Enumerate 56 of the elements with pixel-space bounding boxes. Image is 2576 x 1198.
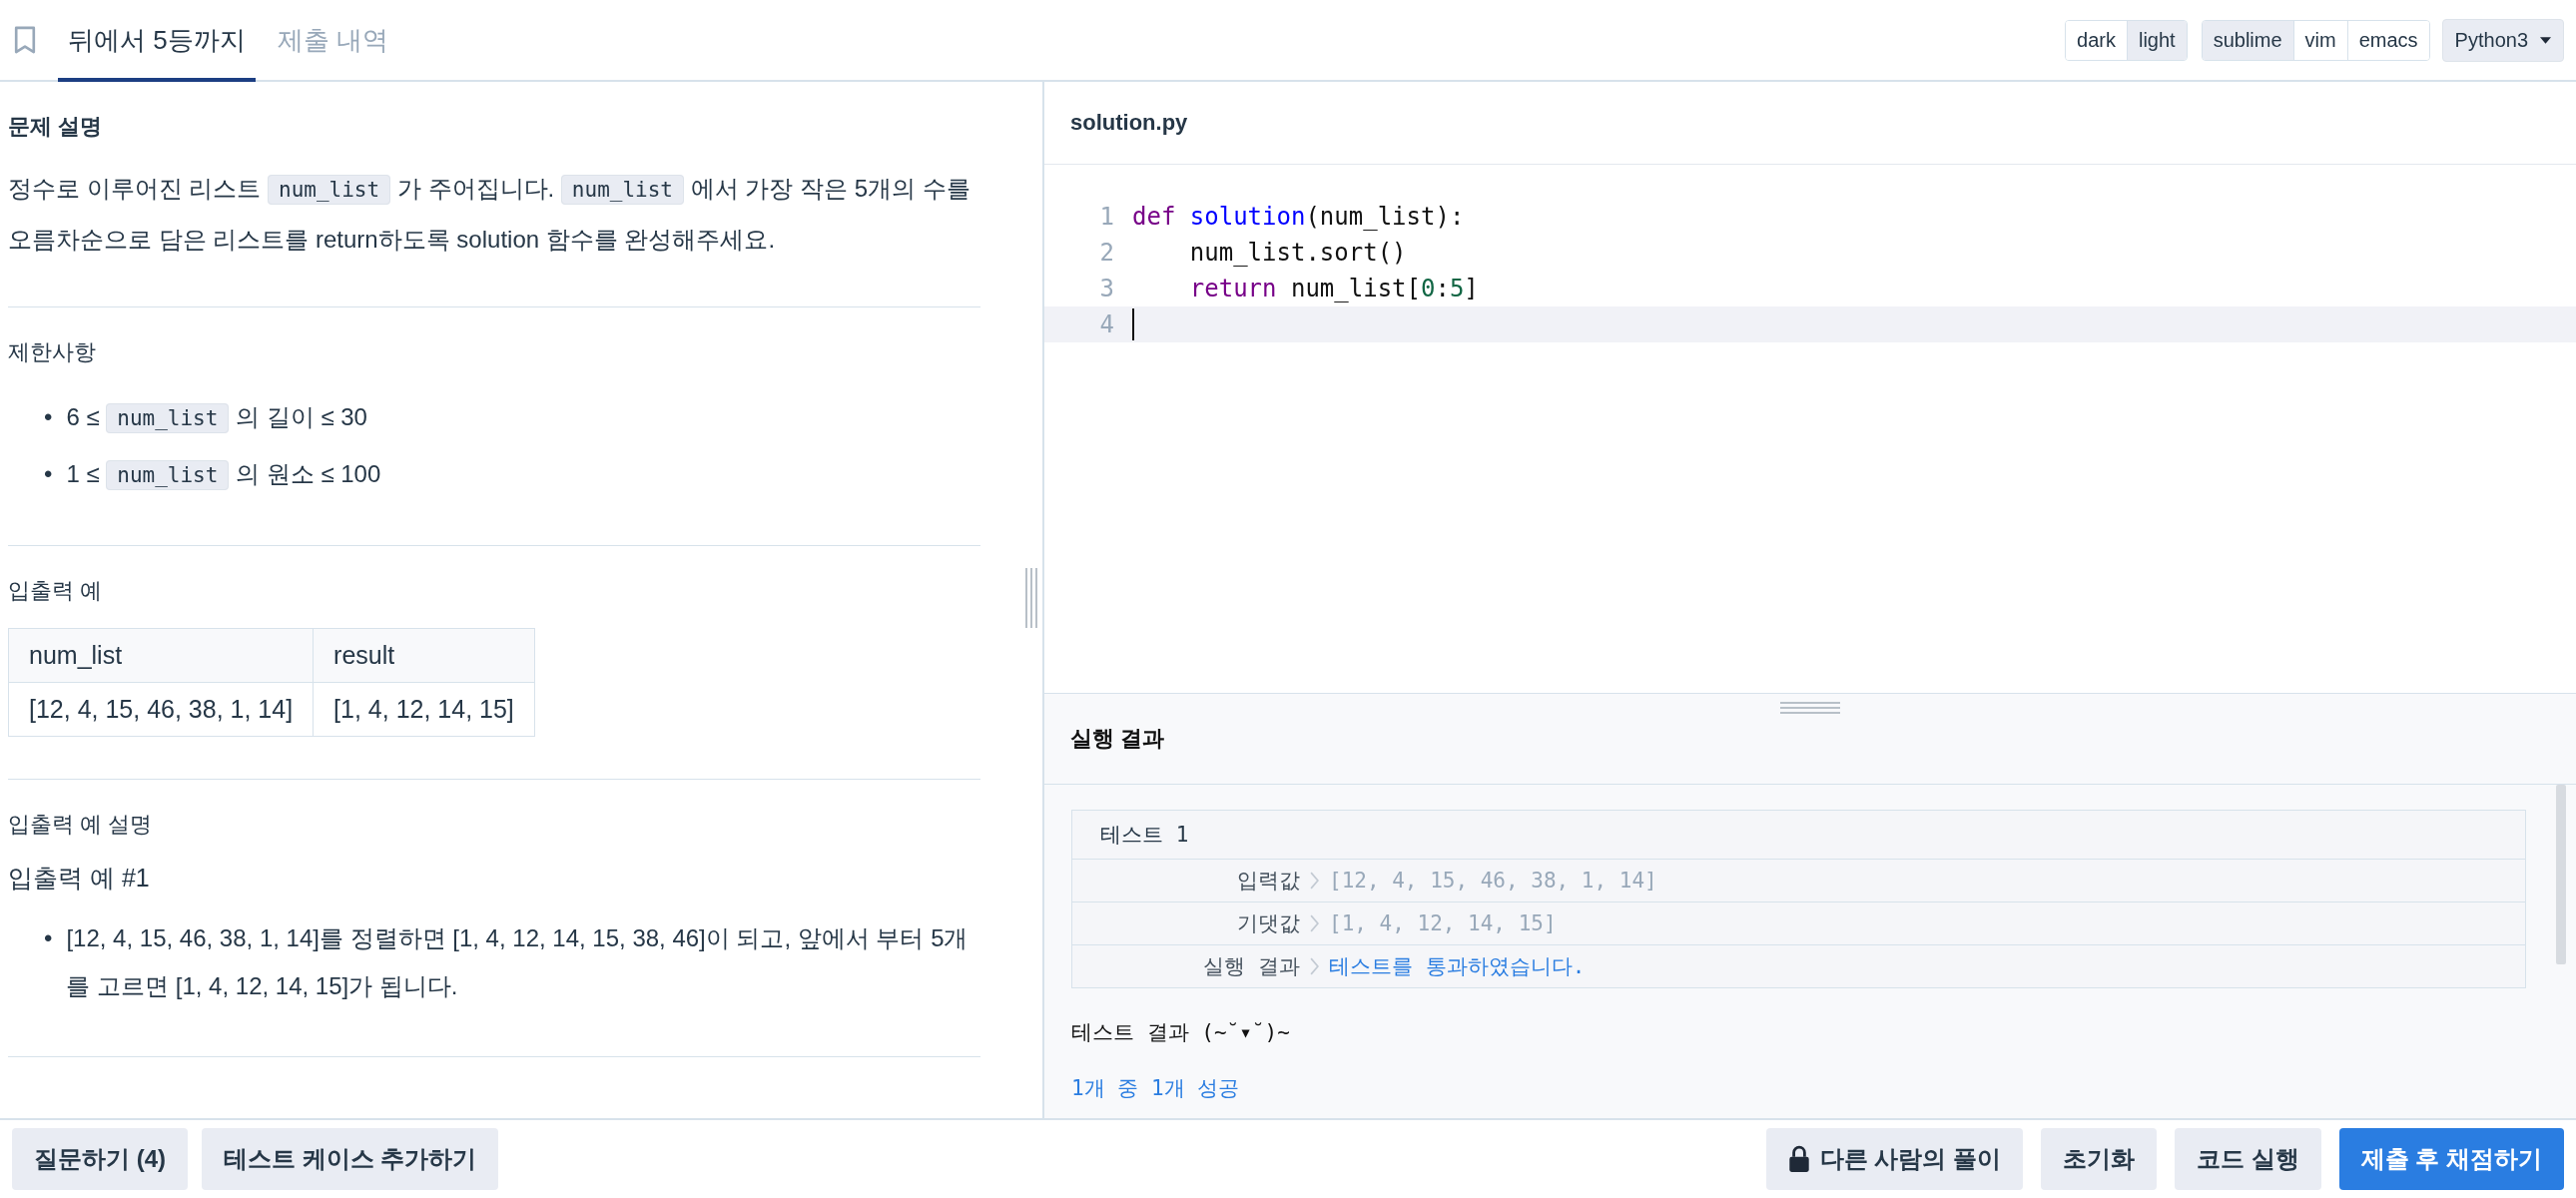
table-cell: [12, 4, 15, 46, 38, 1, 14] xyxy=(8,682,314,737)
summary-text: 1개 중 1개 성공 xyxy=(1071,1075,1241,1102)
keymap-option[interactable]: emacs xyxy=(2346,20,2429,60)
action-button[interactable]: 질문하기 (4) xyxy=(12,1128,188,1190)
result-label: 기댓값 xyxy=(1236,910,1300,937)
line-number: 2 xyxy=(1098,239,1115,267)
action-button[interactable]: 테스트 케이스 추가하기 xyxy=(202,1128,499,1190)
result-value: 테스트를 통과하였습니다. xyxy=(1329,953,1586,980)
code-line: return num_list[0:5] xyxy=(1188,275,1479,302)
bullet: • xyxy=(44,923,53,953)
explanation-item: [12, 4, 15, 46, 38, 1, 14]를 정렬하면 [1, 4, 12, 14, 15, 38, 46]이 되고, 앞에서 부터 5개를 고르면 [1, 4, 12, 14, 15]가 됩니다. xyxy=(66,923,969,1001)
resize-handle[interactable] xyxy=(1024,568,1038,628)
section-title: 문제 설명 xyxy=(8,113,104,141)
panel-title: 실행 결과 xyxy=(1070,725,1165,753)
result-value: [1, 4, 12, 14, 15] xyxy=(1329,911,1557,935)
code-line: def solution(num_list): xyxy=(1132,203,1465,231)
scrollbar[interactable] xyxy=(2556,785,2566,964)
table-header: result xyxy=(313,628,535,683)
problem-description: 정수로 이루어진 리스트 num_list 가 주어집니다. num_list 에서 가장 작은 5개의 수를 오름차순으로 담은 리스트를 return하도록 solution 함수를 완성해주세요. xyxy=(8,174,971,255)
line-number: 4 xyxy=(1098,310,1115,338)
language-dropdown[interactable]: Python3 xyxy=(2441,18,2564,62)
theme-option[interactable]: light xyxy=(2126,20,2187,60)
result-label: 입력값 xyxy=(1236,868,1300,895)
code-line: num_list.sort() xyxy=(1188,239,1407,267)
line-number: 3 xyxy=(1098,275,1115,302)
chevron-icon xyxy=(1310,957,1319,975)
result-value: [12, 4, 15, 46, 38, 1, 14] xyxy=(1329,869,1657,893)
chevron-icon xyxy=(1310,872,1319,890)
table-cell: [1, 4, 12, 14, 15] xyxy=(313,682,535,737)
drag-handle[interactable] xyxy=(1780,702,1840,714)
bookmark-icon[interactable] xyxy=(14,25,36,55)
file-name: solution.py xyxy=(1070,110,1188,136)
action-button[interactable]: 다른 사람의 풀이 xyxy=(1765,1128,2023,1190)
section-title: 제한사항 xyxy=(8,338,97,366)
summary-title: 테스트 결과 (~˘▾˘)~ xyxy=(1071,1019,1291,1046)
submit-button[interactable]: 제출 후 채점하기 xyxy=(2338,1128,2564,1190)
caret-icon xyxy=(2540,36,2551,44)
bullet: • xyxy=(44,459,53,489)
constraint-item: 1 ≤ num_list 의 원소 ≤ 100 xyxy=(66,450,381,499)
constraint-item: 6 ≤ num_list 의 길이 ≤ 30 xyxy=(66,393,367,442)
tab[interactable]: 뒤에서 5등까지 xyxy=(58,2,256,82)
bullet: • xyxy=(44,402,53,432)
table-header: num_list xyxy=(8,628,314,683)
test-title: 테스트 1 xyxy=(1099,822,1190,849)
code-editor[interactable]: 1 def solution(num_list): 2 num_list.sort() 3 return num_list[0:5] 4 xyxy=(1044,165,2576,693)
chevron-icon xyxy=(1310,914,1319,932)
line-number: 1 xyxy=(1098,203,1115,231)
section-title: 입출력 예 xyxy=(8,577,104,605)
result-label: 실행 결과 xyxy=(1202,953,1300,980)
text-cursor xyxy=(1132,308,1134,340)
section-title: 입출력 예 설명 xyxy=(8,811,154,839)
action-button[interactable]: 코드 실행 xyxy=(2175,1128,2321,1190)
keymap-option[interactable]: sublime xyxy=(2202,20,2293,60)
example-subtitle: 입출력 예 #1 xyxy=(8,863,151,894)
action-button[interactable]: 초기화 xyxy=(2041,1128,2157,1190)
lock-icon xyxy=(1787,1145,1810,1173)
